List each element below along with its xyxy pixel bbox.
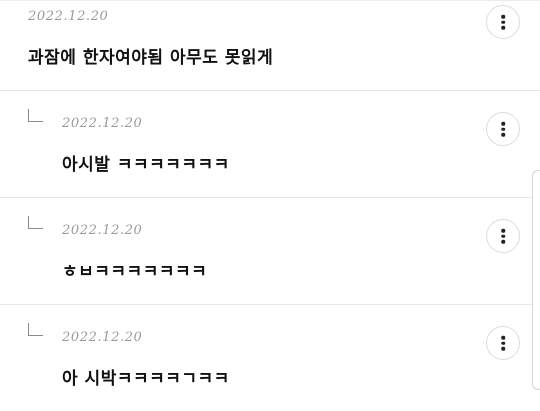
reply-menu-button[interactable] bbox=[486, 112, 520, 146]
comment-menu-button[interactable] bbox=[486, 5, 520, 39]
more-vertical-icon bbox=[501, 13, 505, 32]
reply-text: 아 시박ㅋㅋㅋㅋㄱㅋㅋ bbox=[62, 369, 230, 389]
reply-arrow-icon bbox=[28, 323, 43, 336]
reply-item: 2022.12.20 아시발 ㅋㅋㅋㅋㅋㅋㅋ bbox=[0, 91, 540, 197]
more-vertical-icon bbox=[501, 120, 505, 139]
comment-item: 2022.12.20 과잠에 한자여야됨 아무도 못읽게 bbox=[0, 0, 540, 90]
reply-arrow-icon bbox=[28, 109, 43, 122]
reply-menu-button[interactable] bbox=[486, 326, 520, 360]
reply-text: ㅎㅂㅋㅋㅋㅋㅋㅋㅋ bbox=[62, 262, 208, 282]
comment-date: 2022.12.20 bbox=[28, 9, 109, 24]
reply-date: 2022.12.20 bbox=[62, 116, 143, 131]
more-vertical-icon bbox=[501, 227, 505, 246]
comment-text: 과잠에 한자여야됨 아무도 못읽게 bbox=[28, 48, 274, 68]
reply-item: 2022.12.20 아 시박ㅋㅋㅋㅋㄱㅋㅋ bbox=[0, 305, 540, 411]
reply-item: 2022.12.20 ㅎㅂㅋㅋㅋㅋㅋㅋㅋ bbox=[0, 198, 540, 304]
reply-arrow-icon bbox=[28, 216, 43, 229]
reply-date: 2022.12.20 bbox=[62, 223, 143, 238]
more-vertical-icon bbox=[501, 334, 505, 353]
reply-date: 2022.12.20 bbox=[62, 330, 143, 345]
scrollbar[interactable] bbox=[532, 170, 540, 390]
reply-menu-button[interactable] bbox=[486, 219, 520, 253]
reply-text: 아시발 ㅋㅋㅋㅋㅋㅋㅋ bbox=[62, 155, 230, 175]
